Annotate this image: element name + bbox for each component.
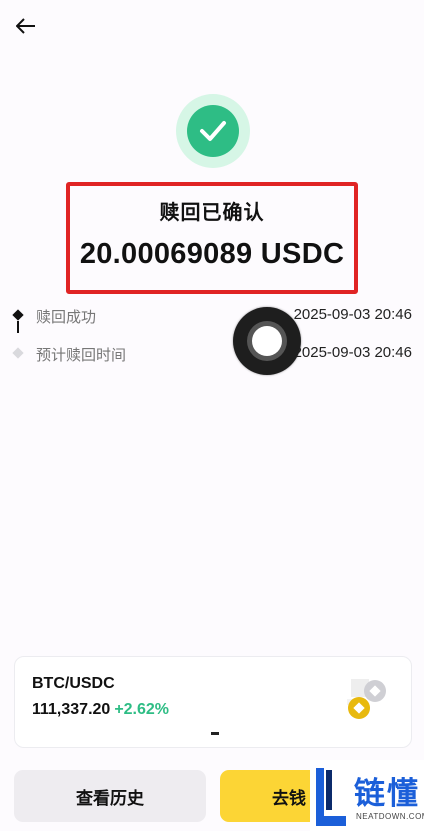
diamond-marker-icon: [12, 309, 24, 321]
price-line: 111,337.20 +2.62%: [32, 701, 169, 719]
timeline-label: 预计赎回时间: [36, 347, 127, 364]
watermark-subtext: NEATDOWN.COM: [356, 812, 424, 821]
success-indicator: [176, 94, 250, 168]
price-change: +2.62%: [114, 701, 170, 718]
ticker-card[interactable]: BTC/USDC 111,337.20 +2.62%: [14, 656, 412, 748]
arrow-left-icon: [16, 18, 35, 34]
brand-logo: [316, 768, 346, 826]
timeline-connector: [17, 321, 19, 333]
back-button[interactable]: [14, 14, 38, 38]
last-price: 111,337.20: [32, 701, 111, 718]
assistive-touch-button[interactable]: [233, 307, 301, 375]
watermark: 链懂 NEATDOWN.COM: [310, 760, 424, 831]
timeline-step-success: 赎回成功 2025-09-03 20:46: [10, 302, 412, 340]
timeline-time: 2025-09-03 20:46: [293, 344, 412, 361]
status-title: 赎回已确认: [159, 202, 265, 224]
diamond-marker-icon: [12, 347, 24, 359]
timeline-time: 2025-09-03 20:46: [293, 306, 412, 323]
timeline-step-expected: 预计赎回时间 2025-09-03 20:46: [10, 340, 412, 378]
page-indicator: [211, 732, 219, 735]
coins-icon: [347, 679, 386, 719]
check-circle-icon: [187, 105, 239, 157]
watermark-text: 链懂: [354, 776, 420, 811]
redeemed-amount: 20.00069089 USDC: [79, 238, 345, 270]
redemption-timeline: 赎回成功 2025-09-03 20:46 预计赎回时间 2025-09-03 …: [10, 302, 412, 378]
timeline-label: 赎回成功: [36, 309, 97, 326]
view-history-button[interactable]: 查看历史: [14, 770, 206, 822]
trading-pair: BTC/USDC: [32, 675, 115, 692]
